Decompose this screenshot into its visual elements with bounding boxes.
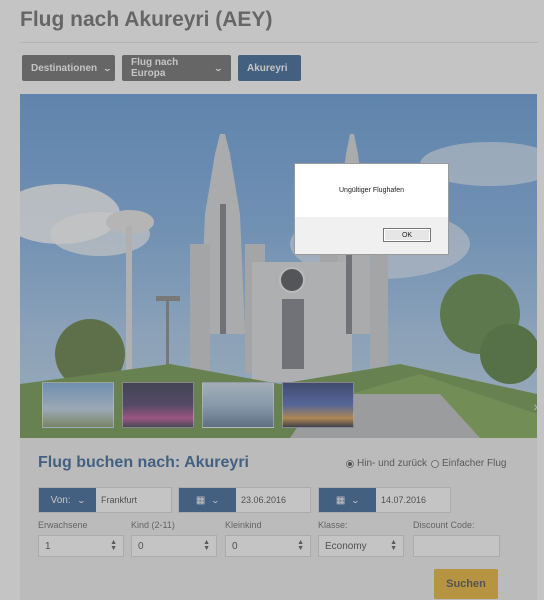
alert-dialog: Ungültiger Flughafen OK [294, 163, 449, 255]
dialog-message-area: Ungültiger Flughafen [295, 164, 448, 217]
dialog-message: Ungültiger Flughafen [339, 187, 404, 194]
modal-overlay [0, 0, 544, 600]
ok-button[interactable]: OK [383, 228, 431, 242]
